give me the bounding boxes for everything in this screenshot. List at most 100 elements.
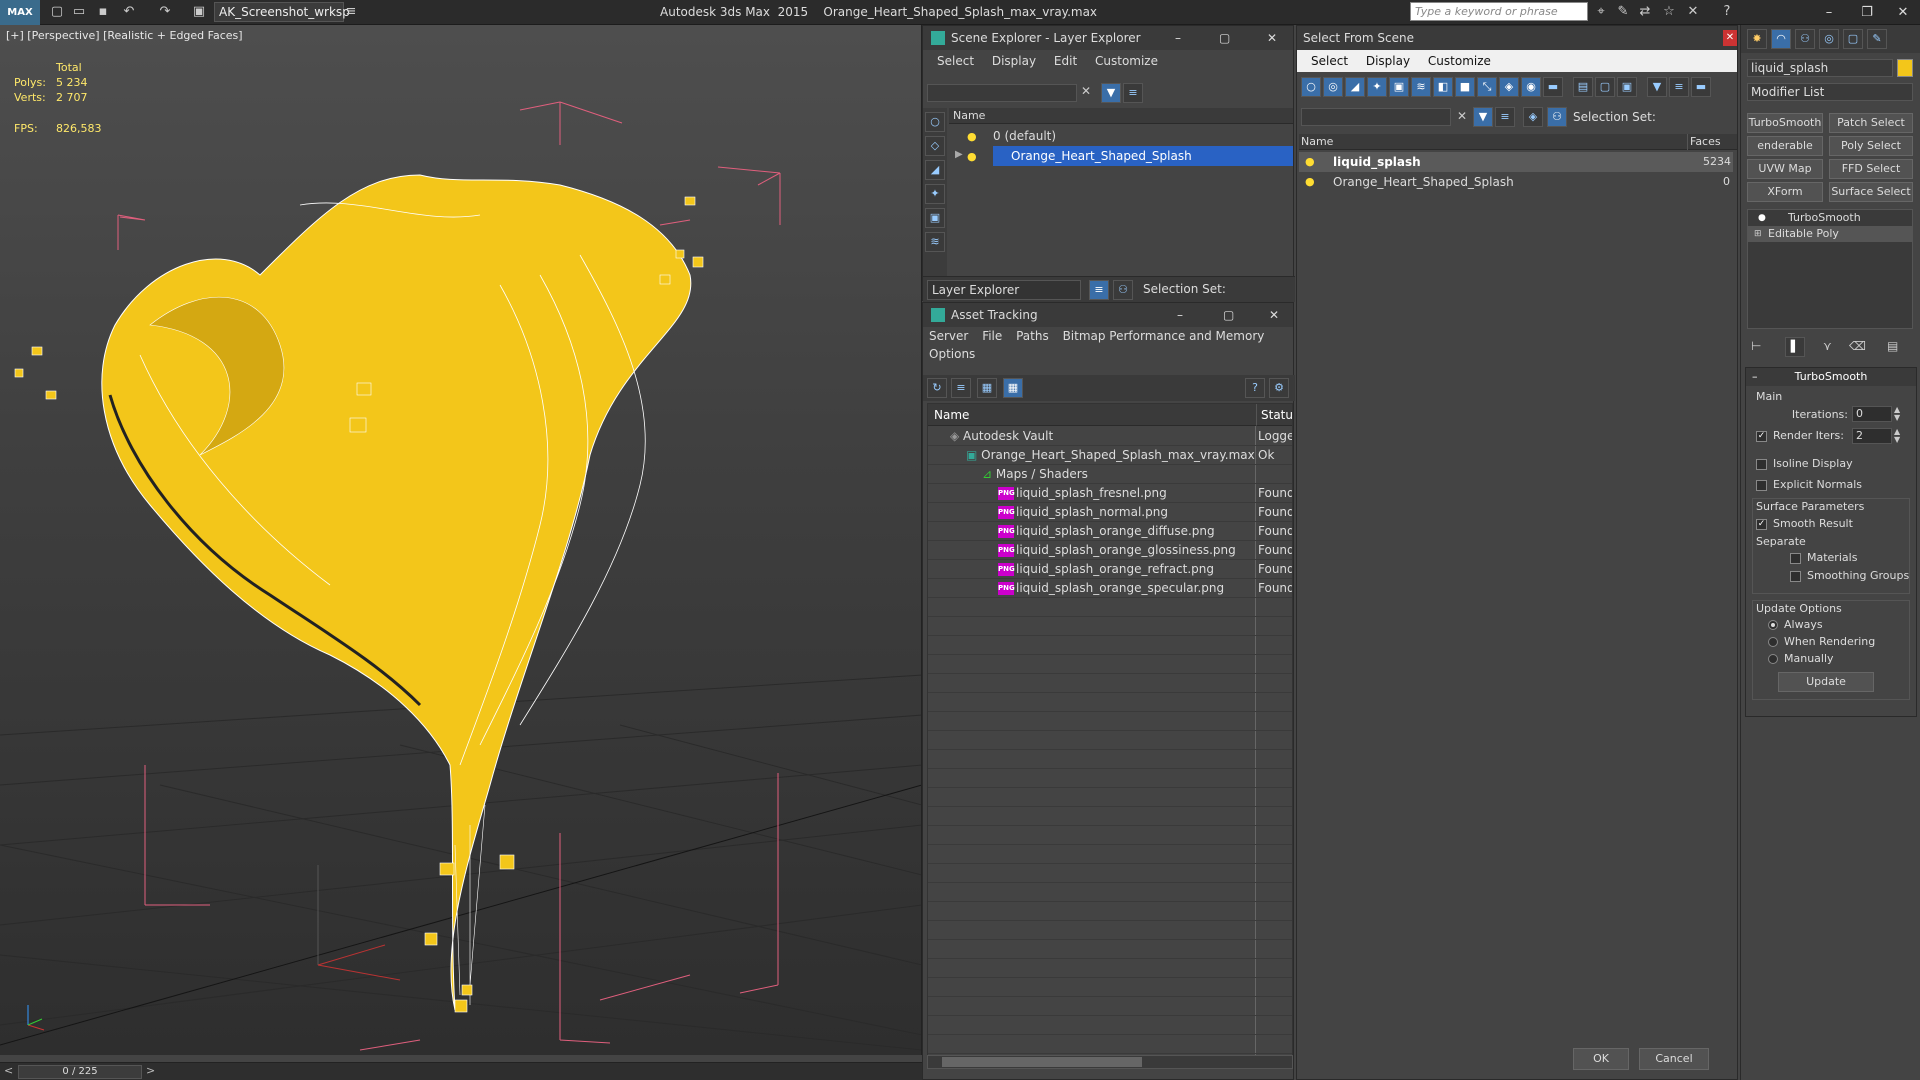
asset-row-maxfile[interactable]: ▣ Orange_Heart_Shaped_Splash_max_vray.ma… [966,445,1255,465]
close-icon[interactable]: ✕ [1723,30,1737,46]
show-end-result-icon[interactable]: ▌ [1785,337,1805,357]
filter-bones-icon[interactable]: ⤡ [1477,77,1497,97]
list-view-icon[interactable]: ≡ [951,378,971,398]
asset-col-status[interactable]: Status [1256,404,1292,426]
display-shapes-icon[interactable]: ◢ [925,160,945,180]
stack-item-turbosmooth[interactable]: ● TurboSmooth [1748,210,1912,226]
exchange-icon[interactable]: ⇄ [1636,3,1654,21]
funnel-icon[interactable]: ▼ [1647,77,1667,97]
menu-select[interactable]: Select [1311,50,1348,72]
xform-button[interactable]: XForm [1747,182,1823,202]
renderable-spline-button[interactable]: enderable Spli [1747,136,1823,156]
patch-select-button[interactable]: Patch Select [1829,113,1913,133]
close-icon[interactable]: ✕ [1886,0,1920,25]
smoothing-groups-checkbox[interactable]: Smoothing Groups [1790,569,1909,582]
update-button[interactable]: Update [1778,672,1874,692]
filter-icon[interactable]: ▼ [1101,83,1121,103]
menu-file[interactable]: File [982,327,1002,345]
layer-row-default[interactable]: 0 (default) [949,126,1293,146]
favorites-icon[interactable]: ☆ [1660,3,1678,21]
help-icon[interactable]: ? [1245,378,1265,398]
refresh-icon[interactable]: ↻ [927,378,947,398]
workspace-menu-icon[interactable]: ≡ [344,3,358,21]
open-file-icon[interactable]: ▭ [70,3,88,21]
menu-customize[interactable]: Customize [1428,50,1491,72]
utilities-tab-icon[interactable]: ✎ [1867,29,1887,49]
menu-display[interactable]: Display [1366,50,1410,72]
filter-xrefs-icon[interactable]: ■ [1455,77,1475,97]
create-tab-icon[interactable]: ✸ [1747,29,1767,49]
filter-lights-icon[interactable]: ◢ [1345,77,1365,97]
select-none-icon[interactable]: ▢ [1595,77,1615,97]
horizontal-scrollbar[interactable] [927,1055,1293,1069]
select-search-input[interactable] [1301,108,1451,126]
save-file-icon[interactable]: ▪ [94,3,112,21]
redo-icon[interactable]: ↷ [156,3,174,21]
filter-containers-icon[interactable]: ◈ [1499,77,1519,97]
scene-search-input[interactable] [927,84,1077,102]
filter-spacewarps-icon[interactable]: ≋ [1411,77,1431,97]
manually-radio[interactable]: Manually [1768,652,1834,665]
minimize-icon[interactable]: – [1812,0,1846,25]
display-none-icon[interactable]: ○ [925,112,945,132]
materials-checkbox[interactable]: Materials [1790,551,1857,564]
display-cameras-icon[interactable]: ▣ [925,208,945,228]
asset-col-name[interactable]: Name [928,404,1256,426]
asset-row-png[interactable]: PNGliquid_splash_fresnel.png [998,483,1167,503]
display-geometry-icon[interactable]: ◇ [925,136,945,156]
layer-filter-icon[interactable]: ≡ [1123,83,1143,103]
undo-icon[interactable]: ↶ [120,3,138,21]
iterations-spinner[interactable]: 0 [1852,406,1892,422]
menu-display[interactable]: Display [992,50,1036,72]
stack-item-editable-poly[interactable]: ⊞ Editable Poly [1748,226,1912,242]
motion-tab-icon[interactable]: ◎ [1819,29,1839,49]
modifier-list-dropdown[interactable]: Modifier List [1747,83,1913,101]
spinner-arrows-icon[interactable]: ▲ ▼ [1894,406,1900,422]
binoculars-icon[interactable]: ⌖ [1592,3,1610,21]
render-iters-spinner[interactable]: 2 [1852,428,1892,444]
configure-sets-icon[interactable]: ▤ [1887,339,1898,353]
object-name-field[interactable]: liquid_splash [1747,59,1893,77]
remove-modifier-icon[interactable]: ⌫ [1849,339,1866,353]
restore-icon[interactable]: ❐ [1850,0,1884,25]
maximize-icon[interactable]: ▢ [1223,303,1234,327]
next-frame-icon[interactable]: > [146,1064,155,1077]
asset-tracking-titlebar[interactable]: Asset Tracking – ▢ ✕ [923,303,1293,327]
asset-row-png[interactable]: PNGliquid_splash_orange_specular.png [998,578,1224,598]
uvw-map-button[interactable]: UVW Map [1747,159,1823,179]
hierarchy-tab-icon[interactable]: ⚇ [1795,29,1815,49]
lightbulb-icon[interactable]: ● [967,130,977,143]
asset-row-png[interactable]: PNGliquid_splash_orange_glossiness.png [998,540,1236,560]
new-file-icon[interactable]: ▢ [48,3,66,21]
sort-icon[interactable]: ≡ [1669,77,1689,97]
modify-tab-icon[interactable]: ◠ [1771,29,1791,49]
select-from-scene-titlebar[interactable]: Select From Scene ✕ [1297,26,1737,50]
options-icon[interactable]: ▬ [1691,77,1711,97]
isoline-checkbox[interactable]: Isoline Display [1756,457,1853,470]
lightbulb-icon[interactable]: ● [1758,210,1766,226]
table-view-icon[interactable]: ▦ [1003,378,1023,398]
help-icon[interactable]: ? [1718,3,1736,21]
minimize-icon[interactable]: – [1175,26,1181,50]
filter-geometry-icon[interactable]: ○ [1301,77,1321,97]
poly-select-button[interactable]: Poly Select [1829,136,1913,156]
asset-row-png[interactable]: PNGliquid_splash_normal.png [998,502,1168,522]
when-rendering-radio[interactable]: When Rendering [1768,635,1875,648]
asset-row-png[interactable]: PNGliquid_splash_orange_refract.png [998,559,1214,579]
collapse-icon[interactable]: – [1752,368,1758,386]
tools-icon[interactable]: ✎ [1614,3,1632,21]
display-tab-icon[interactable]: ▢ [1843,29,1863,49]
menu-server[interactable]: Server [929,327,968,345]
explicit-normals-checkbox[interactable]: Explicit Normals [1756,478,1862,491]
close-icon[interactable]: ✕ [1267,26,1277,50]
minimize-icon[interactable]: – [1177,303,1183,327]
filter-frozen-icon[interactable]: ◉ [1521,77,1541,97]
explorer-selection-set[interactable]: Selection Set: [1143,282,1226,296]
workspace-dropdown[interactable]: AK_Screenshot_wrksp [214,2,350,22]
lightbulb-icon[interactable]: ● [1305,175,1315,188]
object-color-swatch[interactable] [1897,59,1913,77]
select-col-faces[interactable]: Faces [1687,134,1721,150]
filter-cameras-icon[interactable]: ✦ [1367,77,1387,97]
search-input[interactable]: Type a keyword or phrase [1410,2,1588,21]
asset-row-vault[interactable]: ◈ Autodesk Vault [950,426,1053,446]
